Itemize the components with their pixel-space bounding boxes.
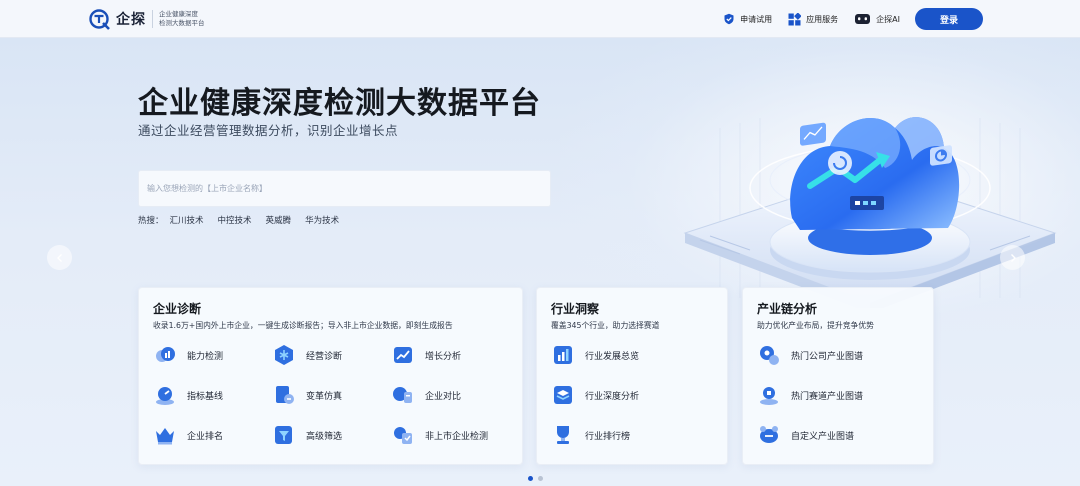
feature-label: 增长分析 bbox=[425, 351, 462, 362]
industry-bars-icon bbox=[554, 346, 572, 364]
feature-custom-chain[interactable]: 自定义产业图谱 bbox=[757, 423, 854, 447]
nav-apply-trial[interactable]: 申请试用 bbox=[722, 13, 772, 26]
feature-industry-deep-analysis[interactable]: 行业深度分析 bbox=[551, 383, 639, 407]
carousel-next-button[interactable] bbox=[1000, 245, 1025, 270]
hot-searches-label: 热搜： bbox=[138, 216, 164, 226]
filter-icon bbox=[275, 426, 292, 444]
logo-tagline-line1: 企业健康深度 bbox=[159, 10, 198, 18]
hot-searches: 热搜： 汇川技术 中控技术 英威腾 华为技术 bbox=[138, 214, 339, 226]
logo-mark-icon bbox=[89, 9, 110, 30]
logo-tagline: 企业健康深度 检测大数据平台 bbox=[152, 10, 205, 28]
compare-icon bbox=[393, 387, 412, 403]
logo-tagline-line2: 检测大数据平台 bbox=[159, 19, 205, 27]
logo-name: 企探 bbox=[116, 12, 146, 28]
feature-unlisted-check[interactable]: 非上市企业检测 bbox=[391, 423, 488, 447]
chevron-right-icon bbox=[1010, 253, 1016, 262]
data-platform-illustration bbox=[683, 117, 1057, 308]
feature-label: 指标基线 bbox=[187, 391, 224, 402]
chevron-left-icon bbox=[56, 253, 62, 262]
nav-ai[interactable]: 企探AI bbox=[854, 13, 900, 26]
hot-search-item[interactable]: 华为技术 bbox=[305, 214, 339, 226]
carousel-dot[interactable] bbox=[528, 476, 533, 481]
cloud-analysis-icon bbox=[156, 347, 175, 362]
layers-icon bbox=[554, 386, 572, 404]
nav-ai-label: 企探AI bbox=[876, 14, 900, 24]
shield-check-icon bbox=[722, 13, 735, 26]
carousel-prev-button[interactable] bbox=[47, 245, 72, 270]
feature-growth-analysis[interactable]: 增长分析 bbox=[391, 343, 461, 367]
top-nav: 申请试用 应用服务 企探AI bbox=[722, 0, 900, 38]
feature-advanced-filter[interactable]: 高级筛选 bbox=[272, 423, 342, 447]
hero-subtitle: 通过企业经营管理数据分析，识别企业增长点 bbox=[138, 123, 399, 138]
hot-search-item[interactable]: 中控技术 bbox=[218, 214, 252, 226]
feature-label: 行业排行榜 bbox=[585, 431, 631, 442]
custom-chain-icon bbox=[760, 426, 778, 443]
feature-industry-overview[interactable]: 行业发展总览 bbox=[551, 343, 639, 367]
simulation-doc-icon bbox=[276, 386, 294, 404]
card-enterprise-diagnosis: 企业诊断 收录1.6万+国内外上市企业，一键生成诊断报告；导入非上市企业数据，即… bbox=[138, 287, 523, 465]
feature-label: 自定义产业图谱 bbox=[791, 431, 855, 442]
feature-company-ranking[interactable]: 企业排名 bbox=[153, 423, 223, 447]
feature-label: 企业排名 bbox=[187, 431, 224, 442]
feature-indicator-baseline[interactable]: 指标基线 bbox=[153, 383, 223, 407]
feature-label: 行业发展总览 bbox=[585, 351, 640, 362]
trophy-icon bbox=[557, 426, 569, 444]
grid-apps-icon bbox=[788, 12, 802, 26]
feature-label: 企业对比 bbox=[425, 391, 462, 402]
login-button[interactable]: 登录 bbox=[915, 8, 983, 30]
diagnosis-hexagon-icon bbox=[275, 345, 293, 365]
company-search-input[interactable] bbox=[139, 171, 550, 206]
feature-label: 高级筛选 bbox=[306, 431, 343, 442]
nav-app-services-label: 应用服务 bbox=[806, 14, 839, 24]
feature-label: 变革仿真 bbox=[306, 391, 343, 402]
baseline-gauge-icon bbox=[156, 387, 174, 405]
hot-search-item[interactable]: 英威腾 bbox=[266, 214, 292, 226]
feature-company-compare[interactable]: 企业对比 bbox=[391, 383, 461, 407]
hot-search-item[interactable]: 汇川技术 bbox=[170, 214, 204, 226]
feature-hot-company-chain[interactable]: 热门公司产业图谱 bbox=[757, 343, 863, 367]
company-chain-icon bbox=[760, 346, 779, 365]
feature-label: 热门公司产业图谱 bbox=[791, 351, 864, 362]
feature-hot-track-chain[interactable]: 热门赛道产业图谱 bbox=[757, 383, 863, 407]
unlisted-check-icon bbox=[394, 427, 412, 444]
feature-label: 经营诊断 bbox=[306, 351, 343, 362]
card-industry-insight: 行业洞察 覆盖345个行业，助力选择赛道 行业发展总览 行业深度分析 行业排行榜 bbox=[536, 287, 728, 465]
card-title: 产业链分析 bbox=[757, 302, 818, 316]
hero-title: 企业健康深度检测大数据平台 bbox=[138, 86, 541, 121]
growth-chart-icon bbox=[394, 347, 412, 363]
feature-capability-check[interactable]: 能力检测 bbox=[153, 343, 223, 367]
top-header: 企探 企业健康深度 检测大数据平台 申请试用 应用服务 企探AI 登录 bbox=[0, 0, 1080, 38]
feature-operation-diagnosis[interactable]: 经营诊断 bbox=[272, 343, 342, 367]
card-industry-chain: 产业链分析 助力优化产业布局，提升竞争优势 热门公司产业图谱 热门赛道产业图谱 … bbox=[742, 287, 934, 465]
feature-label: 行业深度分析 bbox=[585, 391, 640, 402]
feature-label: 能力检测 bbox=[187, 351, 224, 362]
feature-label: 非上市企业检测 bbox=[425, 431, 489, 442]
carousel-dot[interactable] bbox=[538, 476, 543, 481]
nav-apply-trial-label: 申请试用 bbox=[740, 14, 773, 24]
company-search-box bbox=[138, 170, 551, 207]
feature-change-simulation[interactable]: 变革仿真 bbox=[272, 383, 342, 407]
nav-app-services[interactable]: 应用服务 bbox=[788, 12, 839, 26]
card-desc: 收录1.6万+国内外上市企业，一键生成诊断报告；导入非上市企业数据，即刻生成报告 bbox=[153, 321, 453, 330]
card-title: 行业洞察 bbox=[551, 302, 600, 316]
ranking-crown-icon bbox=[156, 428, 174, 445]
carousel-dots bbox=[528, 476, 543, 481]
feature-industry-ranking[interactable]: 行业排行榜 bbox=[551, 423, 630, 447]
card-title: 企业诊断 bbox=[153, 302, 202, 316]
card-desc: 覆盖345个行业，助力选择赛道 bbox=[551, 321, 660, 330]
logo[interactable]: 企探 企业健康深度 检测大数据平台 bbox=[88, 7, 205, 31]
card-desc: 助力优化产业布局，提升竞争优势 bbox=[757, 321, 874, 330]
track-chain-icon bbox=[760, 387, 778, 405]
robot-icon bbox=[854, 13, 871, 26]
feature-label: 热门赛道产业图谱 bbox=[791, 391, 864, 402]
